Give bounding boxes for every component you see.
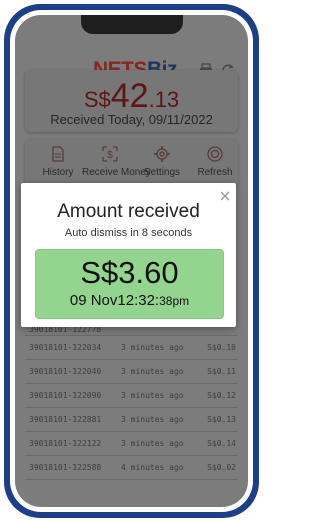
- transaction-ref: 39018101-122881: [29, 415, 102, 424]
- menu-receive-money[interactable]: $ Receive Money: [82, 145, 151, 178]
- transaction-amount: S$0.11: [207, 367, 236, 376]
- transaction-time: 3 minutes ago: [121, 343, 184, 352]
- received-datetime: 09 Nov12:32:38pm: [36, 292, 223, 309]
- transaction-list: 39018101-122778 39018101-122034 3 minute…: [25, 325, 238, 480]
- list-item[interactable]: 39018101-122881 3 minutes ago S$0.13: [25, 408, 238, 432]
- dialog-title: Amount received: [57, 201, 200, 222]
- menu-history-label: History: [42, 167, 74, 178]
- list-item[interactable]: 39018101-122090 3 minutes ago S$0.12: [25, 384, 238, 408]
- transaction-time: 3 minutes ago: [121, 439, 184, 448]
- currency-label: S$: [83, 87, 111, 112]
- amount-integer: 42: [110, 77, 149, 115]
- transaction-time: 4 minutes ago: [121, 463, 184, 472]
- menu-settings-label: Settings: [143, 167, 181, 178]
- menu-refresh-label: Refresh: [197, 167, 233, 178]
- received-date-main: 09 Nov12:32:: [69, 292, 160, 309]
- daily-total-card: S$42.13 Received Today, 09/11/2022: [25, 70, 238, 132]
- transaction-amount: S$0.13: [207, 415, 236, 424]
- dollar-frame-icon: $: [101, 145, 119, 163]
- transaction-ref: 39018101-122034: [29, 343, 102, 352]
- received-amount: S$3.60: [80, 255, 179, 290]
- document-icon: [49, 145, 67, 163]
- menu-card: History $ Receive Money Settings Refresh: [25, 139, 238, 187]
- list-item[interactable]: 39018101-122122 3 minutes ago S$0.14: [25, 432, 238, 456]
- transaction-amount: S$0.02: [207, 463, 236, 472]
- transaction-time: 3 minutes ago: [121, 391, 184, 400]
- app-screen: NETSBiz S$42.13 Received Today, 09/11/20…: [15, 15, 248, 507]
- list-item[interactable]: 39018101-122040 3 minutes ago S$0.11: [25, 360, 238, 384]
- dialog-subtitle: Auto dismiss in 8 seconds: [64, 227, 193, 239]
- menu-refresh[interactable]: Refresh: [189, 145, 241, 178]
- transaction-amount: S$0.14: [207, 439, 236, 448]
- menu-receive-money-label: Receive Money: [82, 167, 151, 178]
- amount-decimal: .13: [148, 87, 180, 112]
- gear-icon: [153, 145, 171, 163]
- transaction-ref: 39018101-122588: [29, 463, 102, 472]
- svg-text:$: $: [107, 150, 113, 161]
- menu-settings[interactable]: Settings: [136, 145, 188, 178]
- transaction-ref: 39018101-122122: [29, 439, 102, 448]
- list-item[interactable]: 39018101-122034 3 minutes ago S$0.10: [25, 336, 238, 360]
- transaction-ref: 39018101-122090: [29, 391, 102, 400]
- received-amount-box: S$3.60 09 Nov12:32:38pm: [35, 249, 224, 319]
- transaction-time: 3 minutes ago: [121, 415, 184, 424]
- received-today-label: Received Today, 09/11/2022: [50, 112, 213, 127]
- transaction-amount: S$0.12: [207, 391, 236, 400]
- refresh-circle-icon: [206, 145, 224, 163]
- transaction-amount: S$0.10: [207, 343, 236, 352]
- phone-notch: [81, 15, 183, 34]
- transaction-time: 3 minutes ago: [121, 367, 184, 376]
- transaction-ref: 39018101-122040: [29, 367, 102, 376]
- list-item[interactable]: 39018101-122588 4 minutes ago S$0.02: [25, 456, 238, 480]
- received-date-seconds: 38pm: [159, 294, 190, 308]
- amount-received-dialog: Amount received Auto dismiss in 8 second…: [21, 183, 236, 327]
- menu-history[interactable]: History: [32, 145, 84, 178]
